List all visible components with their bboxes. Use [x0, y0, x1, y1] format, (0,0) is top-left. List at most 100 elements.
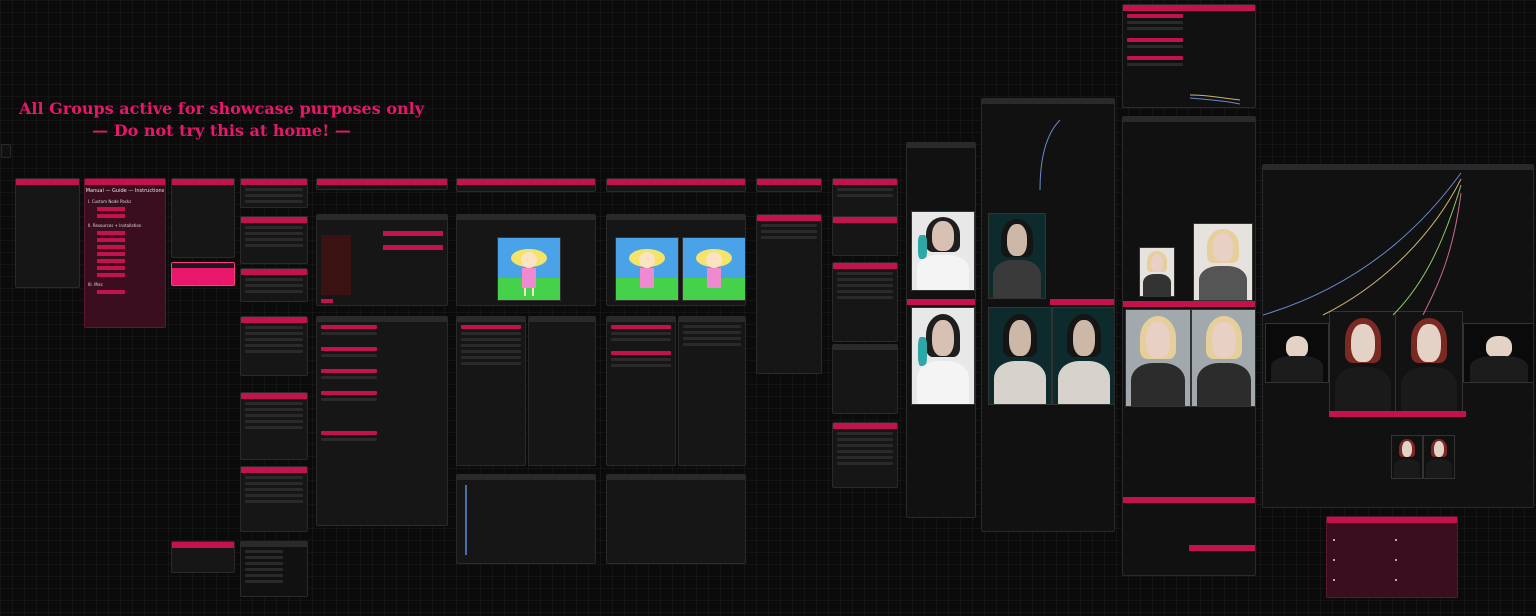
detailer-node[interactable] — [678, 316, 746, 466]
widget-row[interactable] — [245, 408, 303, 411]
prompt-node[interactable] — [756, 214, 822, 374]
pink-widget[interactable] — [321, 369, 377, 373]
widget-row[interactable] — [245, 426, 303, 429]
widget-row[interactable] — [321, 398, 377, 401]
portrait-column-node[interactable] — [906, 142, 976, 518]
widget-row[interactable] — [1127, 27, 1183, 30]
manual-link-button[interactable] — [97, 273, 125, 277]
widget-row[interactable] — [245, 574, 283, 577]
portrait-column-node[interactable] — [1122, 116, 1256, 576]
output-node[interactable] — [606, 474, 746, 564]
widget-row[interactable] — [245, 278, 303, 281]
widget-row[interactable] — [245, 326, 303, 329]
widget-row[interactable] — [245, 402, 303, 405]
widget-row[interactable] — [461, 356, 521, 359]
widget-row[interactable] — [837, 188, 893, 191]
widget-row[interactable] — [461, 350, 521, 353]
widget-row[interactable] — [1127, 21, 1183, 24]
widget-row[interactable] — [245, 238, 303, 241]
widget-row[interactable] — [321, 376, 377, 379]
widget-row[interactable] — [683, 331, 741, 334]
widget-row[interactable] — [611, 338, 671, 341]
manual-link-button[interactable] — [97, 207, 125, 211]
widget-row[interactable] — [761, 236, 817, 239]
cartoon-preview-node[interactable] — [456, 214, 596, 306]
widget-row[interactable] — [245, 332, 303, 335]
widget-row[interactable] — [461, 332, 521, 335]
widget-row[interactable] — [245, 476, 303, 479]
pink-widget[interactable] — [611, 325, 671, 329]
widget-row[interactable] — [245, 344, 303, 347]
final-output-group[interactable] — [1262, 164, 1534, 508]
multi-node[interactable] — [316, 316, 448, 526]
widget-row[interactable] — [245, 500, 303, 503]
pink-widget[interactable] — [321, 431, 377, 435]
cartoon-compare-node[interactable] — [606, 214, 746, 306]
switch-node[interactable] — [832, 216, 898, 256]
widget-row[interactable] — [245, 284, 303, 287]
widget-row[interactable] — [321, 438, 377, 441]
lora-node[interactable] — [316, 178, 448, 190]
pink-widget[interactable] — [321, 347, 377, 351]
widget-row[interactable] — [611, 332, 671, 335]
widget-row[interactable] — [245, 488, 303, 491]
detailer-node[interactable] — [606, 316, 676, 466]
widget-row[interactable] — [321, 354, 377, 357]
widget-row[interactable] — [611, 364, 671, 367]
pink-widget[interactable] — [1127, 56, 1183, 60]
widget-row[interactable] — [683, 337, 741, 340]
widget-row[interactable] — [245, 482, 303, 485]
widget-row[interactable] — [245, 338, 303, 341]
widget-row[interactable] — [245, 494, 303, 497]
graph-node[interactable] — [456, 474, 596, 564]
group-node[interactable] — [171, 178, 235, 258]
widget-row[interactable] — [245, 562, 283, 565]
widget-row[interactable] — [683, 343, 741, 346]
empty-group-frame[interactable] — [1326, 516, 1458, 598]
manual-link-button[interactable] — [97, 259, 125, 263]
widget-row[interactable] — [321, 332, 377, 335]
pink-widget[interactable] — [321, 391, 377, 395]
image-preview-node[interactable] — [316, 214, 448, 306]
manual-link-button[interactable] — [97, 290, 125, 294]
pink-widget[interactable] — [383, 245, 443, 250]
widget-row[interactable] — [245, 414, 303, 417]
small-pink-button[interactable] — [321, 299, 333, 303]
reroute-node[interactable] — [1, 144, 11, 158]
widget-row[interactable] — [245, 226, 303, 229]
sampler-node[interactable] — [528, 316, 596, 466]
notes-text-node[interactable] — [832, 422, 898, 488]
sampler-node[interactable] — [456, 316, 526, 466]
text-node[interactable] — [832, 262, 898, 342]
notes-node[interactable] — [15, 178, 80, 288]
settings-node[interactable] — [240, 392, 308, 460]
widget-row[interactable] — [1127, 63, 1183, 66]
widget-row[interactable] — [761, 224, 817, 227]
manual-guide-node[interactable]: Manual — Guide — Instructions I. Custom … — [84, 178, 166, 328]
pink-widget[interactable] — [1127, 38, 1183, 42]
pink-widget[interactable] — [1127, 14, 1183, 18]
widget-row[interactable] — [761, 230, 817, 233]
upscale-node[interactable] — [606, 178, 746, 192]
pipe-node[interactable] — [240, 541, 308, 597]
settings-node[interactable] — [240, 466, 308, 532]
widget-row[interactable] — [245, 200, 303, 203]
controlnet-node[interactable] — [456, 178, 596, 192]
widget-row[interactable] — [837, 194, 893, 197]
pink-widget[interactable] — [611, 351, 671, 355]
widget-row[interactable] — [245, 556, 283, 559]
widget-row[interactable] — [245, 232, 303, 235]
toggle-node[interactable] — [832, 344, 898, 414]
manual-link-button[interactable] — [97, 231, 125, 235]
manual-link-button[interactable] — [97, 245, 125, 249]
prompt-node[interactable] — [756, 178, 822, 192]
widget-row[interactable] — [461, 362, 521, 365]
widget-row[interactable] — [245, 290, 303, 293]
widget-row[interactable] — [683, 325, 741, 328]
widget-row[interactable] — [245, 244, 303, 247]
widget-row[interactable] — [245, 568, 283, 571]
widget-row[interactable] — [245, 420, 303, 423]
manual-link-button[interactable] — [97, 266, 125, 270]
manual-link-button[interactable] — [97, 252, 125, 256]
settings-node[interactable] — [240, 268, 308, 302]
